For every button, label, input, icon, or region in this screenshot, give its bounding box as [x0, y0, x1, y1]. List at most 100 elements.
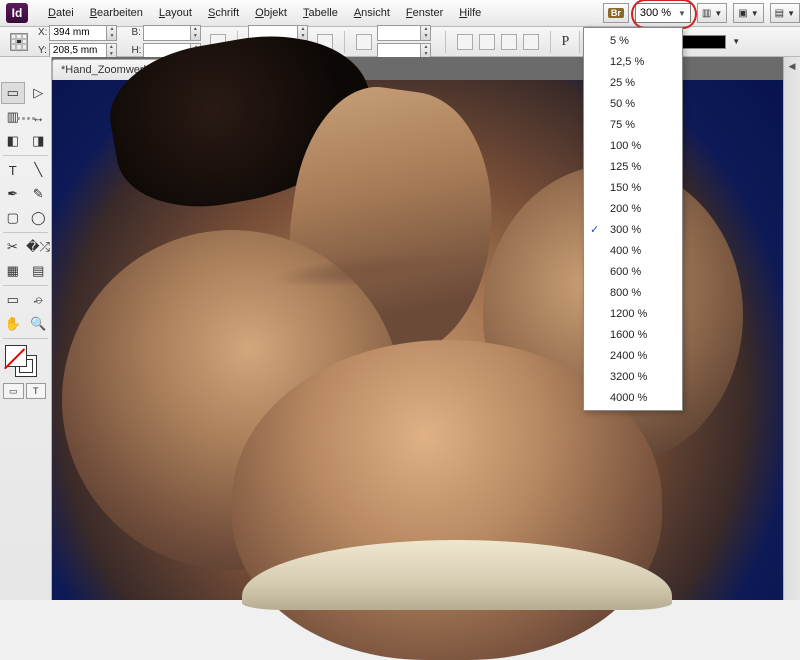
pen-tool[interactable]: ✒	[1, 183, 25, 205]
zoom-menu-item[interactable]: 150 %	[584, 177, 682, 198]
panel-dock-collapsed[interactable]: ◀	[783, 57, 800, 600]
zoom-level-combo[interactable]: 300 % ▼	[635, 3, 691, 23]
view-options-button[interactable]: ▥▼	[697, 3, 727, 23]
content-placer-tool[interactable]: ◨	[27, 130, 51, 152]
zoom-menu-item-label: 4000 %	[610, 392, 647, 404]
zoom-menu-item[interactable]: 2400 %	[584, 345, 682, 366]
zoom-menu-item[interactable]: ✓ 300 %	[584, 219, 682, 240]
selection-tool[interactable]: ▭	[1, 82, 25, 104]
zoom-tool[interactable]: 🔍	[27, 313, 51, 335]
zoom-menu-item-label: 150 %	[610, 182, 641, 194]
menu-tabelle[interactable]: Tabelle	[295, 3, 346, 23]
menu-objekt[interactable]: Objekt	[247, 3, 295, 23]
rotate-field[interactable]: ▲▼	[377, 25, 431, 41]
zoom-menu-item-label: 5 %	[610, 35, 629, 47]
app-logo: Id	[6, 3, 28, 23]
zoom-menu-item-label: 1200 %	[610, 308, 647, 320]
document-area: *Hand_Zoomwerkzeug.indd @ 300 % × ◀	[52, 57, 800, 600]
scissors-tool[interactable]: ✂	[1, 236, 24, 258]
type-tool[interactable]: T	[1, 159, 25, 181]
zoom-menu-item-label: 1600 %	[610, 329, 647, 341]
rotate-icon[interactable]	[356, 34, 372, 50]
zoom-menu-item-label: 50 %	[610, 98, 635, 110]
zoom-menu-item[interactable]: 800 %	[584, 282, 682, 303]
zoom-menu-item-label: 300 %	[610, 224, 641, 236]
menu-datei[interactable]: Datei	[40, 3, 82, 23]
free-transform-tool[interactable]: �⤮	[26, 236, 50, 258]
flip-horizontal-icon[interactable]	[501, 34, 517, 50]
zoom-menu-item-label: 2400 %	[610, 350, 647, 362]
zoom-menu-item[interactable]: 125 %	[584, 156, 682, 177]
arrange-button[interactable]: ▤▼	[770, 3, 800, 23]
zoom-menu-item[interactable]: 1600 %	[584, 324, 682, 345]
zoom-menu-item-label: 200 %	[610, 203, 641, 215]
rectangle-frame-tool[interactable]: ▢	[1, 207, 25, 229]
note-tool[interactable]: ▭	[1, 289, 25, 311]
gradient-swatch-tool[interactable]: ▦	[1, 260, 25, 282]
zoom-menu-item-label: 100 %	[610, 140, 641, 152]
pencil-tool[interactable]: ✎	[27, 183, 51, 205]
separator	[550, 31, 551, 53]
zoom-menu-item[interactable]: 400 %	[584, 240, 682, 261]
menu-schrift[interactable]: Schrift	[200, 3, 247, 23]
gradient-feather-tool[interactable]: ▤	[27, 260, 51, 282]
line-tool[interactable]: ╲	[27, 159, 51, 181]
hand-tool[interactable]: ✋	[1, 313, 25, 335]
paragraph-style-label: P	[561, 34, 569, 50]
check-icon: ✓	[590, 223, 599, 236]
zoom-menu-item-label: 600 %	[610, 266, 641, 278]
chevron-down-icon: ▼	[751, 9, 759, 18]
separator	[445, 31, 446, 53]
zoom-menu-item[interactable]: 600 %	[584, 261, 682, 282]
zoom-menu-item-label: 400 %	[610, 245, 641, 257]
eyedropper-tool[interactable]: ⌮	[27, 289, 51, 311]
flip-vertical-icon[interactable]	[523, 34, 539, 50]
menu-layout[interactable]: Layout	[151, 3, 200, 23]
apply-text-button[interactable]: T	[26, 383, 47, 399]
screen-mode-icon: ▣	[738, 8, 747, 19]
zoom-menu-item-label: 12,5 %	[610, 56, 644, 68]
fill-stroke-swatch[interactable]	[3, 343, 48, 379]
zoom-menu-item-label: 75 %	[610, 119, 635, 131]
bridge-button[interactable]: Br	[603, 3, 629, 23]
chevron-down-icon: ▼	[714, 9, 722, 18]
zoom-menu-item-label: 3200 %	[610, 371, 647, 383]
zoom-menu-item[interactable]: 3200 %	[584, 366, 682, 387]
zoom-menu-item[interactable]: 4000 %	[584, 387, 682, 408]
zoom-menu-item[interactable]: 25 %	[584, 72, 682, 93]
apply-color-button[interactable]: ▭	[3, 383, 24, 399]
content-collector-tool[interactable]: ◧	[1, 130, 25, 152]
zoom-menu-item[interactable]: 75 %	[584, 114, 682, 135]
separator	[579, 31, 580, 53]
zoom-menu-item[interactable]: 5 %	[584, 30, 682, 51]
separator	[344, 31, 345, 53]
zoom-menu-item[interactable]: 200 %	[584, 198, 682, 219]
zoom-menu-item-label: 800 %	[610, 287, 641, 299]
x-field[interactable]: X:▲▼	[38, 25, 117, 41]
menu-bearbeiten[interactable]: Bearbeiten	[82, 3, 151, 23]
zoom-menu-item[interactable]: 1200 %	[584, 303, 682, 324]
zoom-menu-item[interactable]: 50 %	[584, 93, 682, 114]
rotate-cw-icon[interactable]	[479, 34, 495, 50]
menu-ansicht[interactable]: Ansicht	[346, 3, 398, 23]
reference-point-grid[interactable]	[10, 33, 28, 51]
tools-panel: ▭▷ ▥↔ ◧◨ T╲ ✒✎ ▢◯ ✂�⤮ ▦▤ ▭⌮ ✋🔍 ▭ T	[0, 57, 52, 600]
chevron-down-icon: ▼	[678, 9, 686, 18]
menu-bar: Id Datei Bearbeiten Layout Schrift Objek…	[0, 0, 800, 27]
panel-grip-icon[interactable]	[4, 117, 48, 125]
zoom-level-value: 300 %	[640, 7, 671, 19]
zoom-menu-item-label: 25 %	[610, 77, 635, 89]
zoom-menu-item[interactable]: 100 %	[584, 135, 682, 156]
ellipse-tool[interactable]: ◯	[27, 207, 51, 229]
direct-selection-tool[interactable]: ▷	[27, 82, 51, 104]
rotate-ccw-icon[interactable]	[457, 34, 473, 50]
zoom-menu-item-label: 125 %	[610, 161, 641, 173]
menu-fenster[interactable]: Fenster	[398, 3, 451, 23]
fill-swatch[interactable]	[5, 345, 27, 367]
expand-panels-icon[interactable]: ◀	[784, 61, 800, 72]
width-field[interactable]: B:▲▼	[131, 25, 201, 41]
screen-mode-button[interactable]: ▣▼	[733, 3, 763, 23]
menu-hilfe[interactable]: Hilfe	[451, 3, 489, 23]
view-options-icon: ▥	[702, 8, 711, 19]
zoom-menu-item[interactable]: 12,5 %	[584, 51, 682, 72]
